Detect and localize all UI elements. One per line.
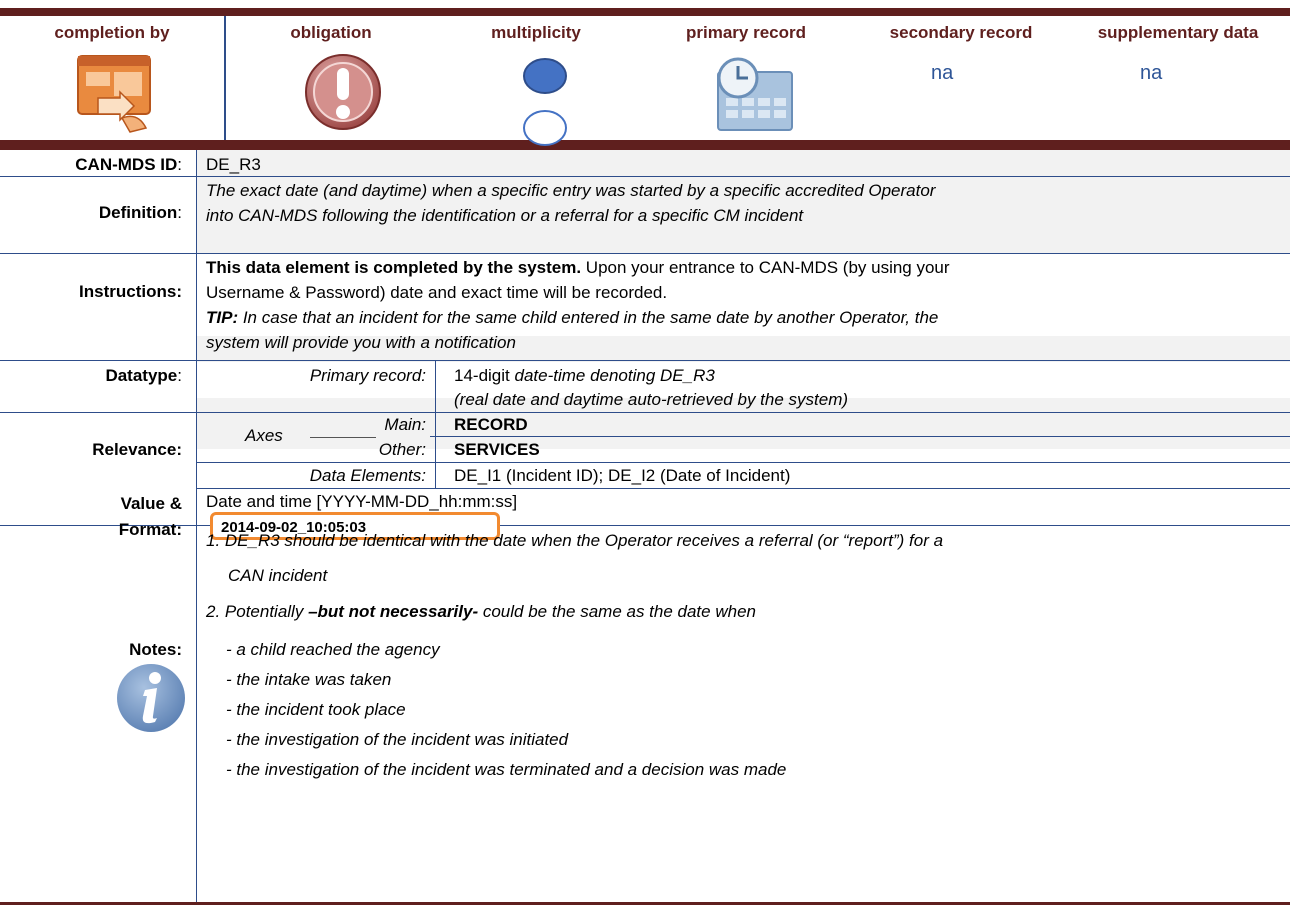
relevance-main-value: RECORD — [454, 415, 528, 434]
instructions-line-1: This data element is completed by the sy… — [206, 258, 950, 277]
row-line — [0, 525, 1290, 526]
col-obligation: obligation — [290, 23, 372, 42]
note-item: - the investigation of the incident was … — [226, 760, 787, 779]
col-supplementary-data: supplementary data — [1097, 23, 1259, 42]
computer-form-icon — [77, 55, 151, 133]
datatype-value-1: 14-digit date-time denoting DE_R3 — [454, 366, 715, 385]
col-primary-record: primary record — [686, 23, 806, 42]
row-line — [0, 412, 1290, 413]
definition-label: Definition: — [98, 203, 182, 222]
notes-label: Notes: — [129, 640, 182, 659]
row-line — [196, 462, 1290, 463]
exclamation-icon — [305, 54, 381, 130]
instructions-tip: TIP: In case that an incident for the sa… — [206, 308, 939, 327]
note-1-line-1: 1. DE_R3 should be identical with the da… — [206, 531, 944, 550]
relevance-other-value: SERVICES — [454, 440, 540, 459]
datatype-label: Datatype: — [105, 366, 182, 385]
definition-line-1: The exact date (and daytime) when a spec… — [206, 181, 936, 200]
note-item: - the intake was taken — [226, 670, 392, 689]
value-format: Date and time [YYYY-MM-DD_hh:mm:ss] — [206, 492, 518, 511]
supplementary-data-value: na — [1140, 62, 1163, 84]
relevance-main-label: Main: — [384, 415, 426, 434]
datatype-primary-label: Primary record: — [309, 366, 426, 385]
row-line — [430, 436, 1290, 437]
relevance-de-label: Data Elements: — [309, 466, 426, 485]
value-label-2: Format: — [118, 520, 182, 539]
row-line — [0, 176, 1290, 177]
info-icon — [117, 664, 185, 732]
row-line — [196, 488, 1290, 489]
bottom-rule — [0, 902, 1290, 905]
col-secondary-record: secondary record — [889, 23, 1033, 42]
value-label-1: Value & — [120, 494, 182, 513]
calendar-clock-icon — [717, 57, 793, 131]
row-line — [0, 360, 1290, 361]
col-completion-by: completion by — [54, 23, 170, 42]
secondary-record-value: na — [931, 62, 954, 84]
col-multiplicity: multiplicity — [491, 23, 581, 42]
relevance-other-label: Other: — [378, 440, 426, 459]
label-divider — [196, 150, 197, 902]
row-line — [0, 253, 1290, 254]
datatype-value-2: (real date and daytime auto-retrieved by… — [454, 390, 849, 409]
relevance-label: Relevance: — [92, 440, 182, 459]
id-label: CAN-MDS ID: — [75, 155, 182, 174]
relevance-divider — [435, 412, 436, 488]
note-item: - the incident took place — [226, 700, 406, 719]
note-item: - the investigation of the incident was … — [226, 730, 569, 749]
note-1-line-2: CAN incident — [228, 566, 328, 585]
instructions-line-4: system will provide you with a notificat… — [206, 333, 516, 352]
multiplicity-icon — [523, 58, 567, 146]
instructions-label: Instructions: — [79, 282, 182, 301]
instructions-line-2: Username & Password) date and exact time… — [206, 283, 668, 302]
definition-line-2: into CAN-MDS following the identificatio… — [206, 206, 804, 225]
header-bottom-rule — [0, 140, 1290, 150]
id-value: DE_R3 — [206, 155, 261, 174]
gray-band-1 — [196, 150, 1290, 253]
note-item: - a child reached the agency — [226, 640, 440, 659]
note-2: 2. Potentially –but not necessarily- cou… — [206, 602, 756, 621]
datatype-divider — [435, 360, 436, 412]
relevance-de-value: DE_I1 (Incident ID); DE_I2 (Date of Inci… — [454, 466, 791, 485]
axes-connector — [310, 437, 376, 438]
top-rule — [0, 8, 1290, 16]
relevance-axes: Axes — [245, 426, 283, 445]
